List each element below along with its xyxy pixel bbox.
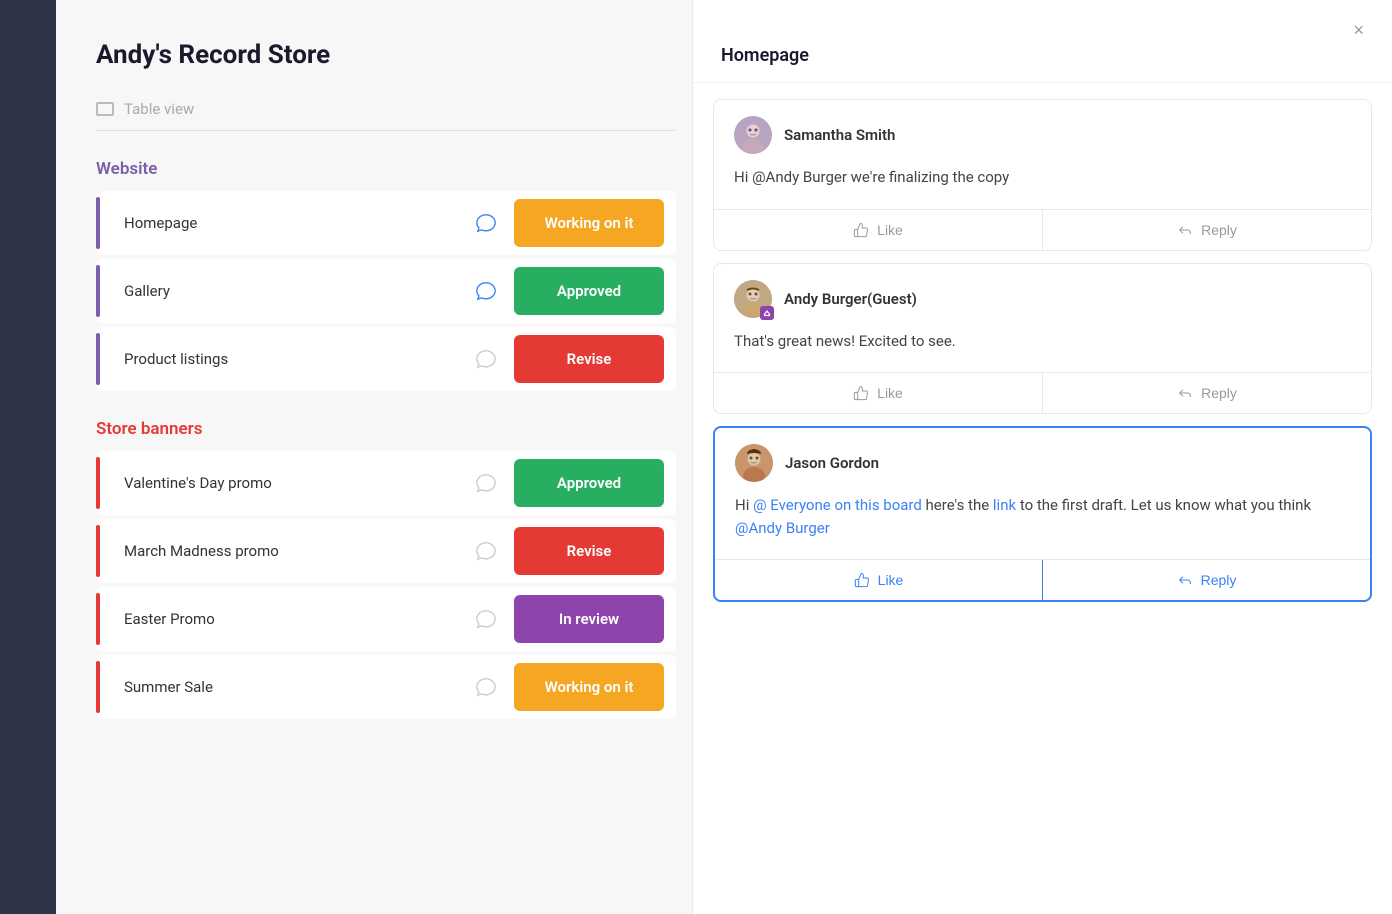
reply-label-andy: Reply (1201, 385, 1237, 401)
view-toggle[interactable]: Table view (96, 100, 676, 131)
page-title: Andy's Record Store (96, 40, 676, 70)
author-name-samantha: Samantha Smith (784, 126, 895, 144)
comment-card-jason: Jason Gordon Hi @ Everyone on this board… (713, 426, 1372, 602)
task-row-march-madness[interactable]: March Madness promo Revise (96, 519, 676, 583)
comment-body-jason: Jason Gordon Hi @ Everyone on this board… (715, 428, 1370, 559)
view-toggle-label: Table view (124, 100, 194, 118)
task-name-summer-sale: Summer Sale (108, 678, 472, 696)
like-label-andy: Like (877, 385, 903, 401)
mention-andy-burger: @Andy Burger (735, 519, 830, 537)
panel-title: Homepage (693, 45, 1392, 83)
task-name-gallery: Gallery (108, 282, 472, 300)
left-border-homepage (96, 197, 100, 249)
close-button[interactable]: × (1345, 16, 1372, 45)
guest-badge-icon (760, 306, 774, 320)
reply-label-jason: Reply (1201, 572, 1237, 588)
task-row-homepage[interactable]: Homepage Working on it (96, 191, 676, 255)
like-label-samantha: Like (877, 222, 903, 238)
like-button-jason[interactable]: Like (715, 560, 1043, 600)
comment-text-samantha: Hi @Andy Burger we're finalizing the cop… (734, 166, 1351, 189)
task-row-valentines[interactable]: Valentine's Day promo Approved (96, 451, 676, 515)
chat-icon-summer-sale[interactable] (472, 673, 500, 701)
website-section-title: Website (96, 159, 676, 179)
task-row-summer-sale[interactable]: Summer Sale Working on it (96, 655, 676, 719)
status-badge-valentines[interactable]: Approved (514, 459, 664, 507)
chat-icon-product-listings[interactable] (472, 345, 500, 373)
chat-icon-homepage[interactable] (472, 209, 500, 237)
status-badge-summer-sale[interactable]: Working on it (514, 663, 664, 711)
chat-icon-gallery[interactable] (472, 277, 500, 305)
right-panel: × Homepage (692, 0, 1392, 914)
left-border-easter (96, 593, 100, 645)
comment-text-andy: That's great news! Excited to see. (734, 330, 1351, 353)
status-badge-homepage[interactable]: Working on it (514, 199, 664, 247)
avatar-samantha (734, 116, 772, 154)
left-border-product-listings (96, 333, 100, 385)
left-border-gallery (96, 265, 100, 317)
comment-author-row-andy: Andy Burger(Guest) (734, 280, 1351, 318)
left-border-valentines (96, 457, 100, 509)
task-row-product-listings[interactable]: Product listings Revise (96, 327, 676, 391)
store-banners-section-title: Store banners (96, 419, 676, 439)
comment-actions-jason: Like Reply (715, 559, 1370, 600)
like-label-jason: Like (878, 572, 904, 588)
comments-area: Samantha Smith Hi @Andy Burger we're fin… (693, 83, 1392, 914)
task-name-homepage: Homepage (108, 214, 472, 232)
main-area: Andy's Record Store Table view Website H… (56, 0, 1392, 914)
like-button-andy[interactable]: Like (714, 373, 1043, 413)
comment-actions-andy: Like Reply (714, 372, 1371, 413)
status-badge-march-madness[interactable]: Revise (514, 527, 664, 575)
comment-author-row-jason: Jason Gordon (735, 444, 1350, 482)
task-name-march-madness: March Madness promo (108, 542, 472, 560)
status-badge-product-listings[interactable]: Revise (514, 335, 664, 383)
status-badge-gallery[interactable]: Approved (514, 267, 664, 315)
comment-actions-samantha: Like Reply (714, 209, 1371, 250)
task-row-easter[interactable]: Easter Promo In review (96, 587, 676, 651)
sidebar (0, 0, 56, 914)
avatar-andy-wrapper (734, 280, 772, 318)
mention-everyone: @ Everyone on this board (753, 496, 922, 514)
task-name-valentines: Valentine's Day promo (108, 474, 472, 492)
task-name-easter: Easter Promo (108, 610, 472, 628)
comment-body-andy: Andy Burger(Guest) That's great news! Ex… (714, 264, 1371, 373)
left-border-summer-sale (96, 661, 100, 713)
link-first-draft[interactable]: link (993, 496, 1016, 514)
author-name-andy: Andy Burger(Guest) (784, 290, 917, 308)
comment-card-andy: Andy Burger(Guest) That's great news! Ex… (713, 263, 1372, 415)
left-border-march-madness (96, 525, 100, 577)
avatar-jason (735, 444, 773, 482)
comment-body-samantha: Samantha Smith Hi @Andy Burger we're fin… (714, 100, 1371, 209)
status-badge-easter[interactable]: In review (514, 595, 664, 643)
comment-card-samantha: Samantha Smith Hi @Andy Burger we're fin… (713, 99, 1372, 251)
left-panel: Andy's Record Store Table view Website H… (56, 0, 716, 914)
like-button-samantha[interactable]: Like (714, 210, 1043, 250)
task-row-gallery[interactable]: Gallery Approved (96, 259, 676, 323)
author-name-jason: Jason Gordon (785, 454, 879, 472)
chat-icon-valentines[interactable] (472, 469, 500, 497)
chat-icon-march-madness[interactable] (472, 537, 500, 565)
reply-button-andy[interactable]: Reply (1043, 373, 1371, 413)
reply-button-samantha[interactable]: Reply (1043, 210, 1371, 250)
reply-button-jason[interactable]: Reply (1043, 560, 1370, 600)
comment-text-jason: Hi @ Everyone on this board here's the l… (735, 494, 1350, 539)
panel-header: × (693, 0, 1392, 45)
comment-author-row-samantha: Samantha Smith (734, 116, 1351, 154)
reply-label-samantha: Reply (1201, 222, 1237, 238)
task-name-product-listings: Product listings (108, 350, 472, 368)
chat-icon-easter[interactable] (472, 605, 500, 633)
table-view-icon (96, 102, 114, 116)
